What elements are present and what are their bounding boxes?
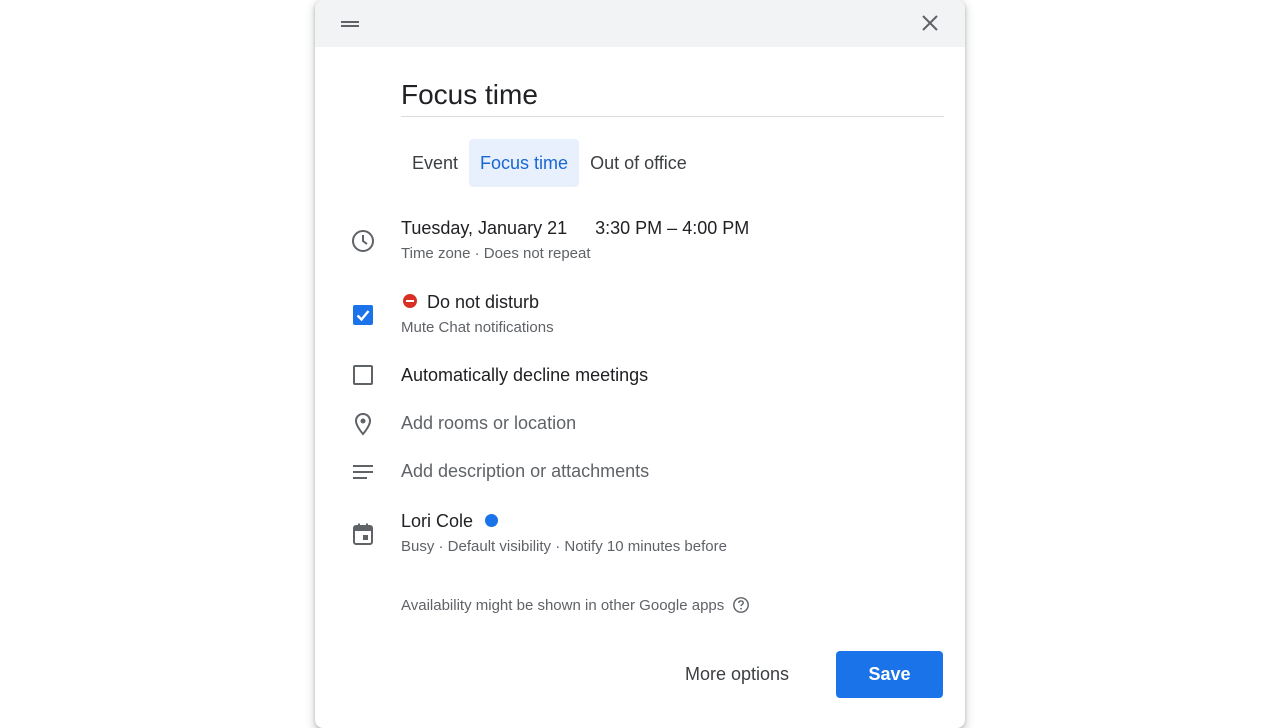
title-input[interactable] (401, 74, 944, 117)
more-options-button[interactable]: More options (673, 651, 801, 698)
location-pin-icon (351, 412, 375, 436)
do-not-disturb-label: Do not disturb (427, 292, 540, 312)
datetime-row[interactable]: Tuesday, January 21 3:30 PM – 4:00 PM (401, 218, 749, 239)
save-button[interactable]: Save (836, 651, 943, 698)
datetime-details[interactable]: Time zone · Does not repeat (401, 245, 591, 262)
dialog-header (315, 0, 965, 47)
calendar-owner-row[interactable]: Lori Cole (401, 511, 499, 532)
event-time-range[interactable]: 3:30 PM – 4:00 PM (595, 218, 749, 238)
close-icon (922, 15, 938, 31)
clock-icon (351, 229, 375, 253)
auto-decline-checkbox[interactable] (353, 365, 373, 385)
event-type-tabs: Event Focus time Out of office (401, 139, 698, 187)
do-not-disturb-row[interactable]: Do not disturb (401, 292, 539, 313)
availability-note-text: Availability might be shown in other Goo… (401, 596, 725, 614)
calendar-details[interactable]: Busy · Default visibility · Notify 10 mi… (401, 538, 727, 555)
calendar-color-dot (485, 513, 499, 527)
do-not-disturb-checkbox[interactable] (353, 305, 373, 325)
drag-handle-icon[interactable] (341, 17, 359, 29)
event-date[interactable]: Tuesday, January 21 (401, 218, 567, 238)
tab-focus-time[interactable]: Focus time (469, 139, 580, 187)
do-not-disturb-icon (403, 294, 417, 309)
tab-out-of-office[interactable]: Out of office (579, 139, 698, 187)
tab-event[interactable]: Event (401, 139, 469, 187)
do-not-disturb-sublabel: Mute Chat notifications (401, 319, 554, 336)
calendar-icon (351, 522, 375, 546)
location-input[interactable]: Add rooms or location (401, 413, 576, 434)
help-circle-icon[interactable] (732, 596, 750, 614)
check-icon (356, 310, 370, 322)
description-lines-icon (351, 460, 375, 484)
availability-note: Availability might be shown in other Goo… (401, 596, 750, 614)
description-input[interactable]: Add description or attachments (401, 461, 649, 482)
close-button[interactable] (915, 8, 945, 38)
auto-decline-label[interactable]: Automatically decline meetings (401, 365, 648, 386)
calendar-owner-name: Lori Cole (401, 511, 474, 531)
focus-time-dialog: Event Focus time Out of office Tuesday, … (315, 0, 965, 728)
